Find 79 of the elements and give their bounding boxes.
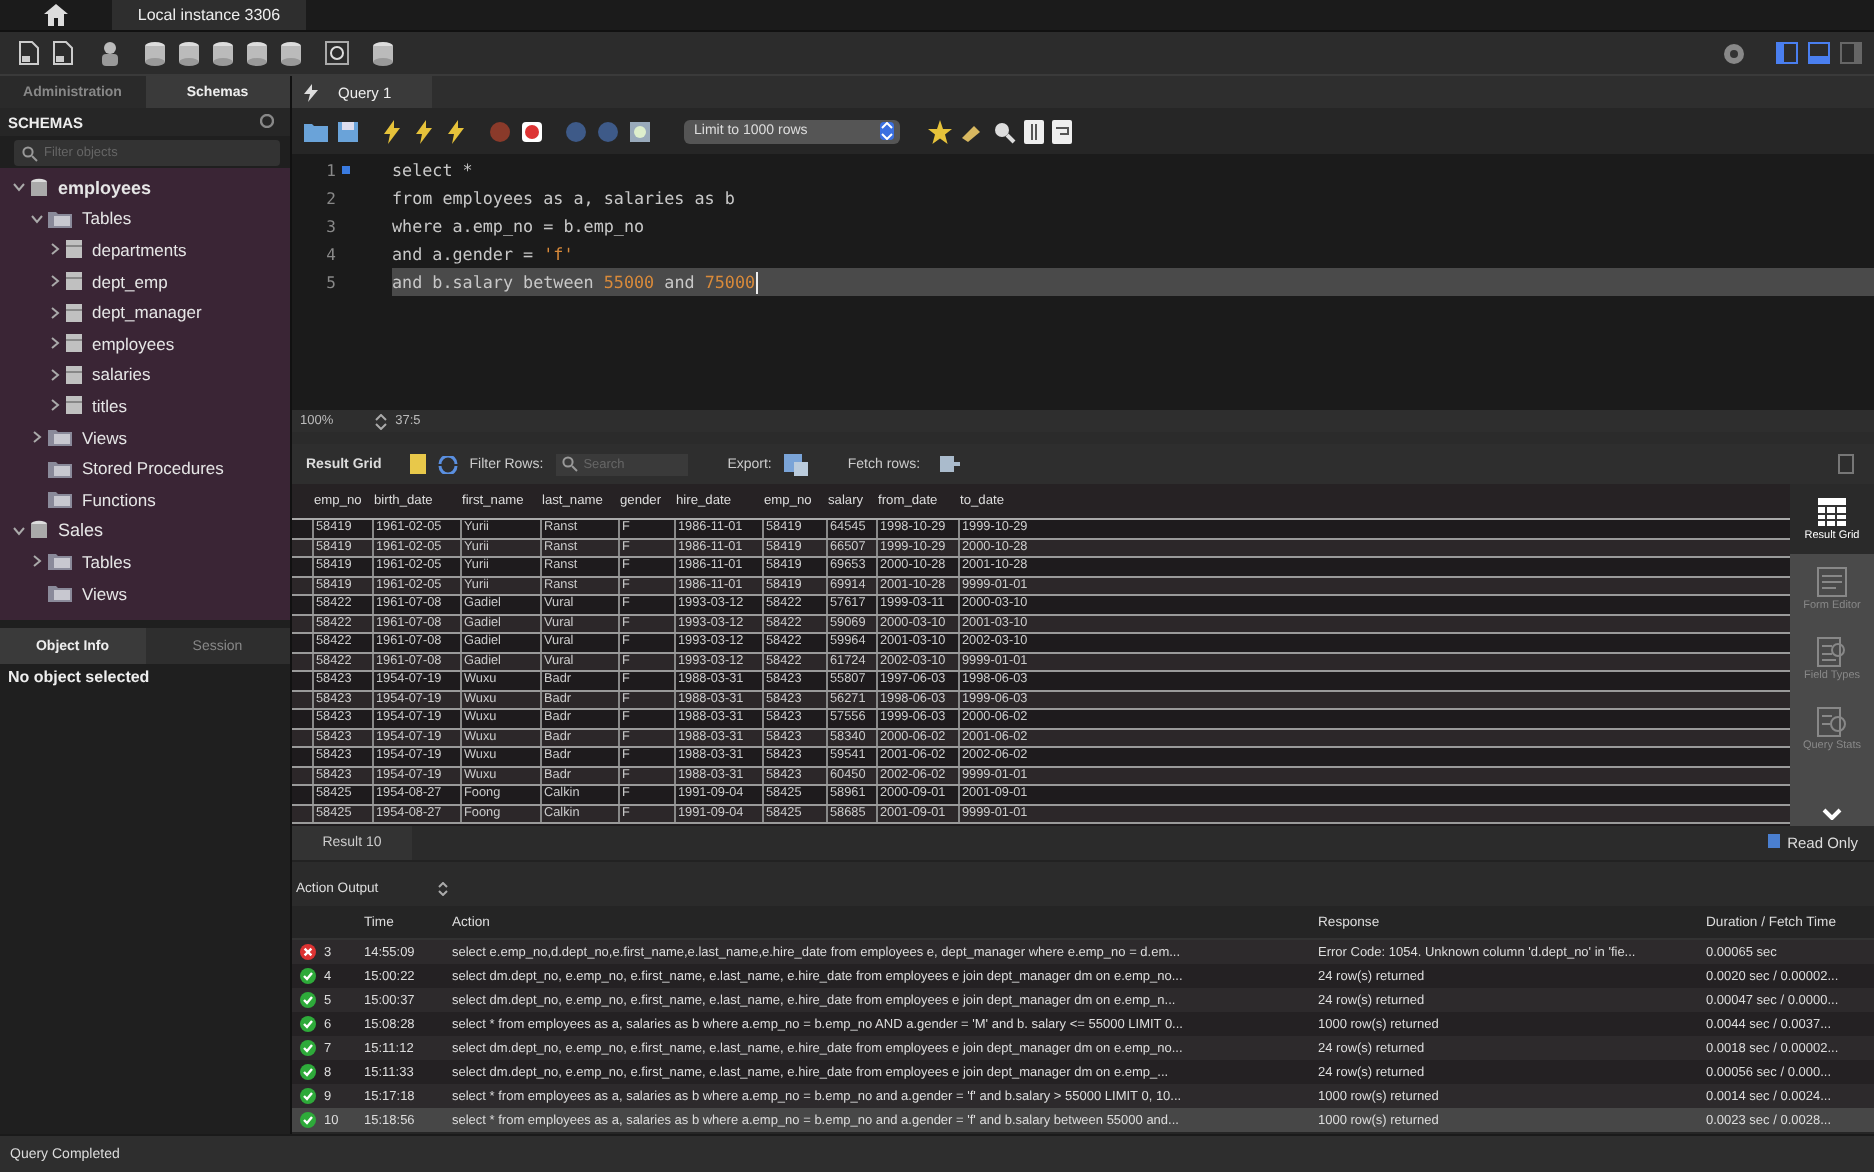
search-icon [561,456,578,472]
settings-icon[interactable] [1722,41,1746,65]
grid-icon[interactable] [409,454,426,474]
folder-icon [48,584,72,603]
code-line: and a.gender = 'f' [392,244,574,264]
tree-item[interactable]: titles [92,395,127,416]
tree-item[interactable]: employees [58,177,152,198]
lightning-icon [304,83,318,101]
search-icon [22,145,38,161]
image-icon[interactable] [628,119,652,143]
tree-item[interactable]: Tables [82,208,132,229]
list-clock-icon [1816,706,1848,738]
table-icon [66,303,82,322]
folder-icon [48,552,72,571]
folder-icon [48,209,72,228]
table-icon [66,396,82,415]
code-line: where a.emp_no = b.emp_no [392,216,645,236]
lightning-icon[interactable] [444,119,468,143]
tree-item[interactable]: salaries [92,364,151,385]
stepper-icon [880,122,894,140]
line-number: 4 [324,245,336,263]
save-icon[interactable] [336,119,360,143]
statement-marker-icon [342,166,350,174]
stepper-icon[interactable] [373,413,388,429]
lightning-icon[interactable] [412,119,436,143]
panel-toggle-icon[interactable] [1808,42,1830,64]
database-icon[interactable] [370,40,396,66]
text-cursor [755,271,758,293]
table-icon [66,334,82,353]
line-number: 3 [324,217,336,235]
database-icon[interactable] [278,40,304,66]
chevron-icon[interactable] [1822,808,1842,820]
tree-item[interactable]: dept_manager [92,302,202,323]
list-search-icon [1816,636,1848,668]
line-number: 1 [324,161,336,179]
tree-item[interactable]: Views [82,583,128,604]
line-number: 2 [324,189,336,207]
tree-item[interactable]: Tables [82,551,132,572]
tree-item[interactable]: Sales [58,520,104,541]
panel-toggle-icon[interactable] [1840,42,1862,64]
grid-icon [1816,496,1848,528]
code-line: and b.salary between 55000 and 75000 [392,272,756,292]
database-icon[interactable] [210,40,236,66]
folder-icon[interactable] [304,119,328,143]
star-icon[interactable] [928,119,952,143]
wrap-icon[interactable] [1052,119,1072,143]
line-number: 5 [324,273,336,291]
document-icon[interactable] [50,40,76,66]
invisible-chars-icon[interactable] [1024,119,1044,143]
database-icon [30,177,48,198]
search-icon[interactable] [992,119,1016,143]
panel-icon[interactable] [1838,454,1854,474]
info-message: No object selected [8,668,150,686]
database-icon[interactable] [244,40,270,66]
database-icon[interactable] [142,40,168,66]
database-icon[interactable] [176,40,202,66]
lightning-icon[interactable] [380,119,404,143]
tree-item[interactable]: Views [82,427,128,448]
code-line: from employees as a, salaries as b [392,188,735,208]
panel-toggle-icon[interactable] [1776,42,1798,64]
user-icon[interactable] [96,40,122,66]
tree-item[interactable]: departments [92,239,187,260]
folder-icon [48,490,72,509]
stepper-icon [438,882,448,896]
code-line: select * [392,160,473,180]
table-icon [66,240,82,259]
folder-icon [48,459,72,478]
table-icon [66,365,82,384]
tree-item[interactable]: dept_emp [92,271,168,292]
folder-icon [48,428,72,447]
tree-item[interactable]: Functions [82,489,156,510]
export-icon[interactable] [783,453,808,475]
tree-item[interactable]: employees [92,333,175,354]
connection-tab[interactable]: Local instance 3306 [112,0,306,30]
table-icon [66,272,82,291]
tree-item[interactable]: Stored Procedures [82,458,224,479]
database-icon [30,520,48,541]
document-icon[interactable] [16,40,42,66]
form-icon [1816,566,1848,598]
